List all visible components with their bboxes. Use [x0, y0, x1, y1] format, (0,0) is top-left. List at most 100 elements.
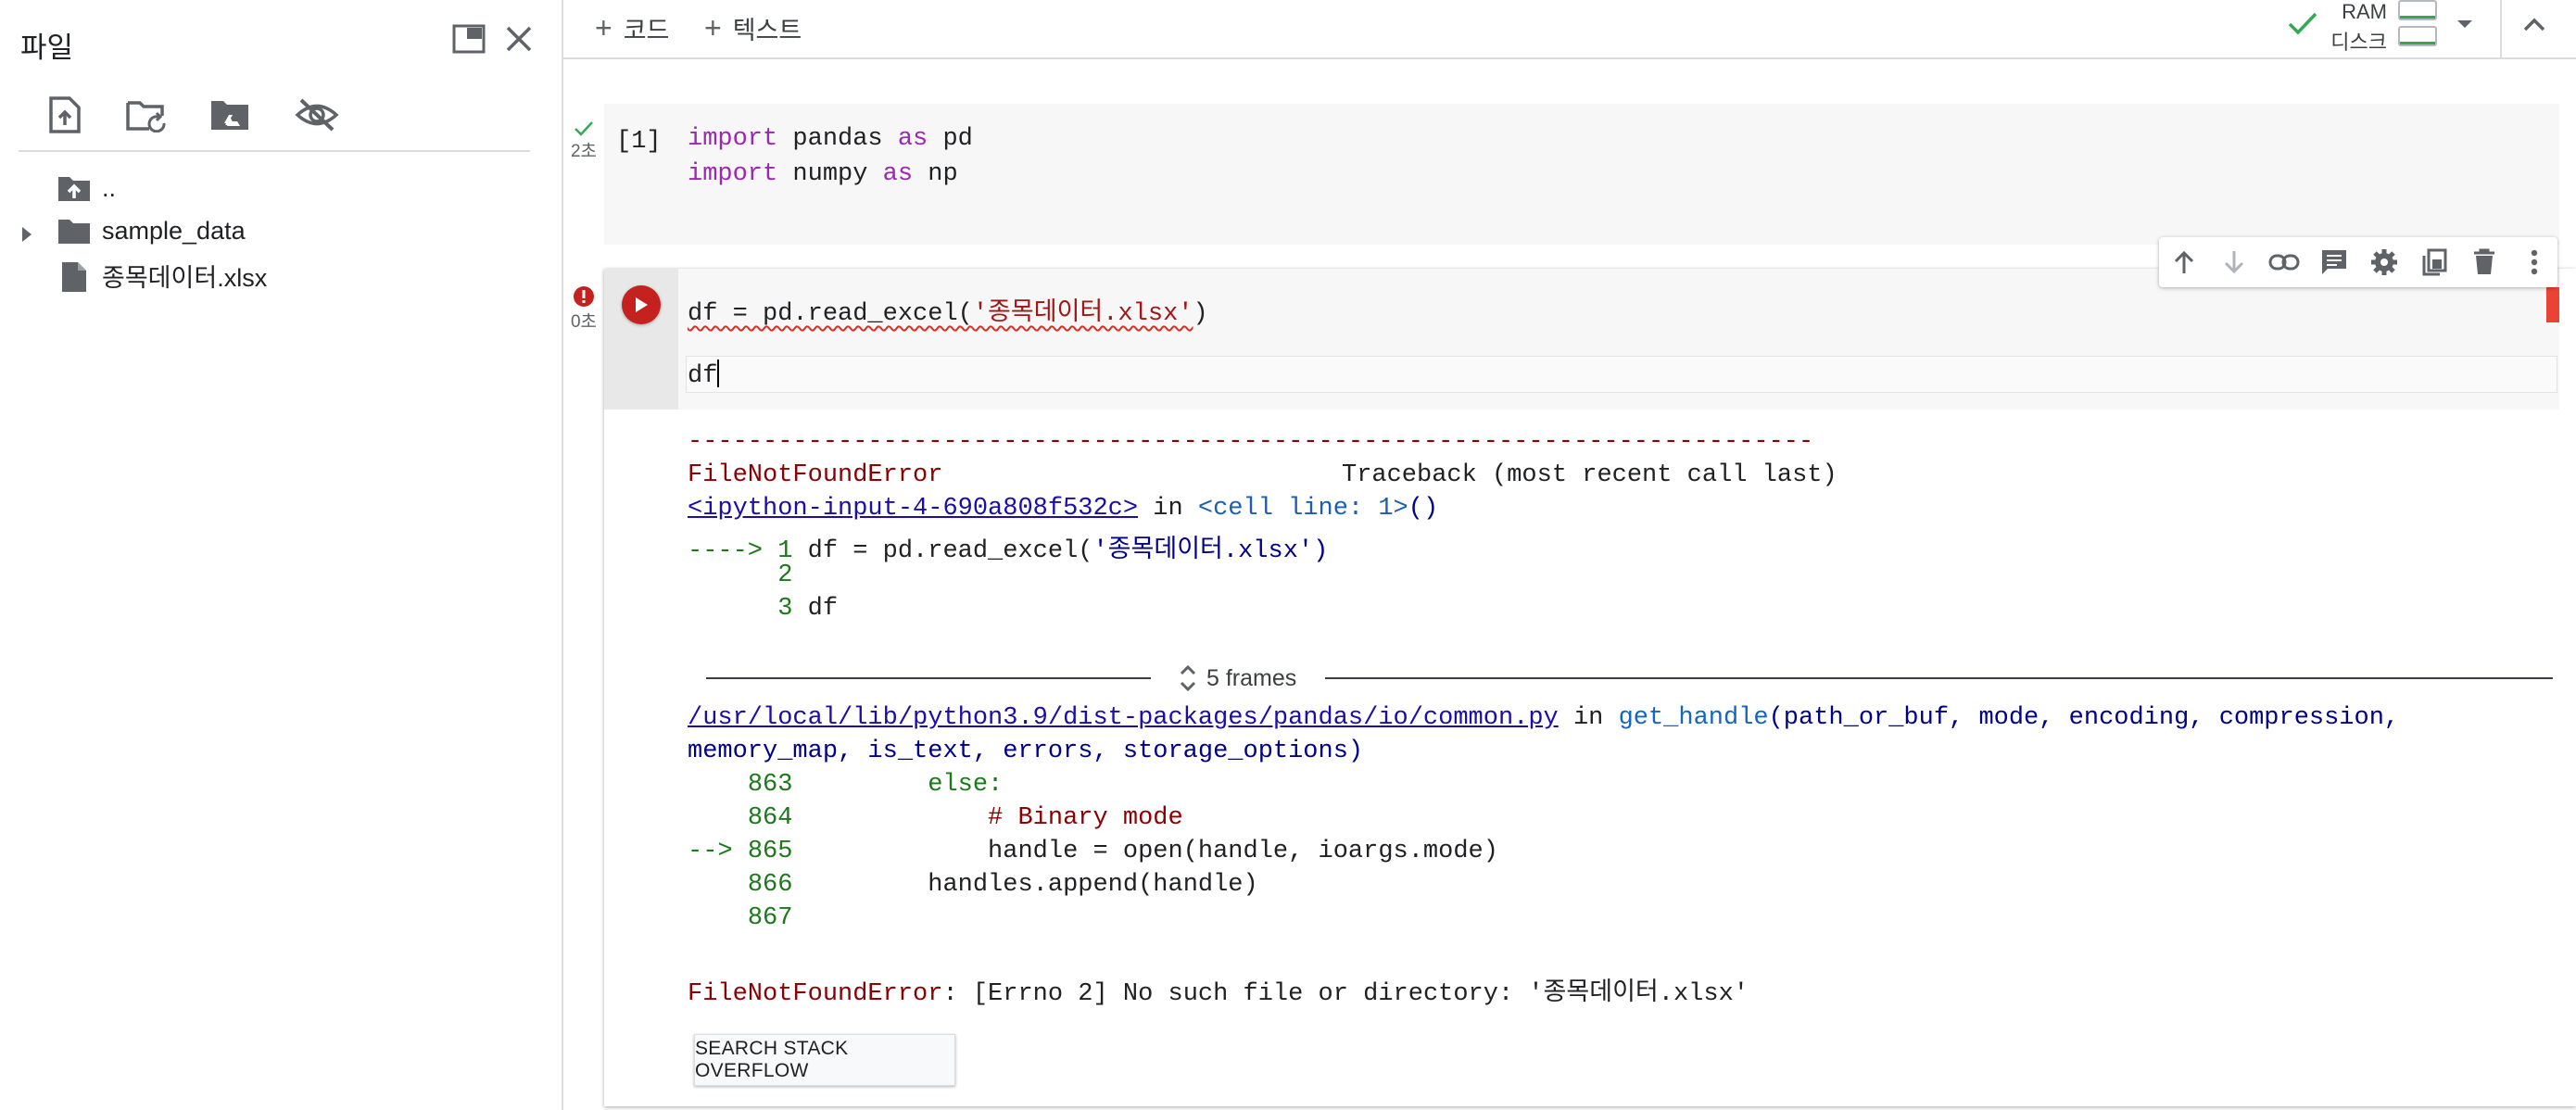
more-icon[interactable]	[2517, 245, 2552, 280]
code-string: '종목데이터.xlsx'	[972, 300, 1193, 328]
frame-args: (path_or_buf, mode, encoding, compressio…	[1768, 704, 2400, 732]
close-icon[interactable]	[499, 19, 539, 59]
error-name: FileNotFoundError	[688, 980, 943, 1008]
context-arrow	[688, 871, 748, 899]
traceback-header: FileNotFoundError Traceback (most recent …	[688, 461, 1837, 489]
context-code: df	[792, 595, 839, 623]
delete-icon[interactable]	[2467, 245, 2502, 280]
expand-caret-icon[interactable]	[19, 221, 35, 250]
panel-title: 파일	[20, 32, 74, 64]
exec-time: 2초	[570, 142, 598, 161]
frame-location: <ipython-input-4-690a808f532c> in <cell …	[688, 495, 1438, 523]
hide-files-icon[interactable]	[293, 91, 341, 139]
context-line: 864 # Binary mode	[688, 804, 1183, 832]
code-module: pandas	[777, 125, 898, 153]
code-text: )	[1193, 300, 1208, 328]
context-line: 866 handles.append(handle)	[688, 871, 1258, 899]
context-code: handle = open(handle, ioargs.mode)	[792, 838, 1498, 865]
play-icon	[636, 297, 648, 312]
add-text-label: 텍스트	[732, 16, 802, 44]
run-cell-button[interactable]	[622, 285, 661, 324]
settings-icon[interactable]	[2367, 245, 2402, 280]
code-keyword: import	[688, 160, 778, 188]
context-line: 863 else:	[688, 771, 1003, 799]
add-code-button[interactable]: + 코드	[595, 7, 669, 48]
code-line[interactable]: df = pd.read_excel('종목데이터.xlsx')	[688, 291, 1208, 328]
error-name: FileNotFoundError	[688, 461, 943, 489]
upload-icon[interactable]	[41, 91, 89, 139]
tree-item-label: sample_data	[102, 216, 246, 245]
error-scroll-marker	[2546, 287, 2559, 322]
frames-label: 5 frames	[1206, 664, 1297, 691]
code-alias: pd	[928, 125, 973, 153]
code-line[interactable]: df	[688, 359, 720, 390]
tree-item-label: ..	[102, 173, 117, 202]
context-arrow	[688, 771, 748, 799]
context-arrow	[688, 561, 777, 589]
tree-item-sample-data[interactable]: sample_data	[0, 209, 556, 252]
file-browser-panel: 파일 .. sample_data 종목데이터.xlsx	[0, 0, 563, 1110]
add-text-button[interactable]: + 텍스트	[704, 7, 802, 48]
context-arrow	[688, 904, 748, 932]
unfold-icon	[1180, 664, 1196, 692]
line-number: 864	[747, 804, 793, 832]
context-line: 867	[688, 904, 793, 932]
code-line[interactable]: import pandas as pd	[688, 125, 973, 153]
new-window-icon[interactable]	[448, 19, 489, 59]
frame-in: in	[1558, 704, 1619, 732]
final-error-line: FileNotFoundError: [Errno 2] No such fil…	[688, 971, 1749, 1008]
error-message: : [Errno 2] No such file or directory: '…	[942, 980, 1749, 1008]
code-text: df = pd.read_excel(	[688, 300, 973, 328]
tree-item-parent[interactable]: ..	[0, 167, 556, 209]
disk-bar	[2398, 26, 2437, 46]
frame-function: get_handle	[1618, 704, 1769, 732]
context-code: df = pd.read_excel(	[792, 537, 1093, 565]
tree-item-xlsx[interactable]: 종목데이터.xlsx	[0, 254, 556, 296]
code-keyword: as	[897, 125, 928, 153]
refresh-folder-icon[interactable]	[122, 91, 170, 139]
code-line[interactable]: import numpy as np	[688, 160, 958, 188]
folder-up-icon	[57, 174, 91, 208]
move-up-icon[interactable]	[2166, 245, 2202, 280]
folder-icon	[57, 217, 91, 251]
mount-drive-icon[interactable]	[206, 91, 254, 139]
context-line: --> 865 handle = open(handle, ioargs.mod…	[688, 838, 1498, 865]
frame-paren: ()	[1408, 495, 1439, 523]
context-code: )	[1313, 537, 1329, 565]
ram-label: RAM	[2342, 0, 2387, 23]
chevron-down-icon[interactable]	[2454, 13, 2476, 40]
cell1-exec-status: 2초	[563, 120, 604, 162]
comment-icon[interactable]	[2317, 245, 2352, 280]
context-arrow	[688, 595, 777, 623]
move-down-icon[interactable]	[2216, 245, 2252, 280]
chevron-up-icon[interactable]	[2519, 9, 2550, 45]
frames-divider	[1325, 677, 2553, 679]
toolbar-divider	[2500, 0, 2502, 57]
notebook-toolbar: + 코드 + 텍스트 RAM 디스크	[563, 0, 2576, 59]
mirror-cell-icon[interactable]	[2417, 245, 2452, 280]
source-link[interactable]: <ipython-input-4-690a808f532c>	[688, 495, 1138, 523]
context-arrow	[688, 804, 748, 832]
context-code: handles.append(handle)	[792, 871, 1258, 899]
code-keyword: import	[688, 125, 778, 153]
link-icon[interactable]	[2267, 245, 2302, 280]
context-line: ----> 1 df = pd.read_excel('종목데이터.xlsx')	[688, 528, 1328, 565]
line-number: 3	[777, 595, 793, 623]
code-text: df	[688, 362, 718, 390]
frames-toggle[interactable]: 5 frames	[1177, 660, 1296, 697]
search-stack-overflow-button[interactable]: SEARCH STACK OVERFLOW	[694, 1034, 955, 1086]
line-number: 866	[747, 871, 793, 899]
context-arrow: -->	[688, 838, 748, 865]
code-keyword: as	[882, 160, 914, 188]
text-cursor	[717, 359, 720, 387]
source-link[interactable]: /usr/local/lib/python3.9/dist-packages/p…	[688, 704, 1559, 732]
traceback-separator: ----------------------------------------…	[688, 428, 1814, 456]
panel-divider	[19, 150, 530, 152]
disk-label: 디스크	[2330, 31, 2387, 54]
code-module: numpy	[777, 160, 883, 188]
frame-args: memory_map, is_text, errors, storage_opt…	[688, 738, 1364, 765]
context-code: else:	[792, 771, 1004, 799]
frames-divider	[706, 677, 1151, 679]
tree-item-label: 종목데이터.xlsx	[102, 263, 268, 292]
context-string: '종목데이터.xlsx'	[1092, 537, 1314, 565]
